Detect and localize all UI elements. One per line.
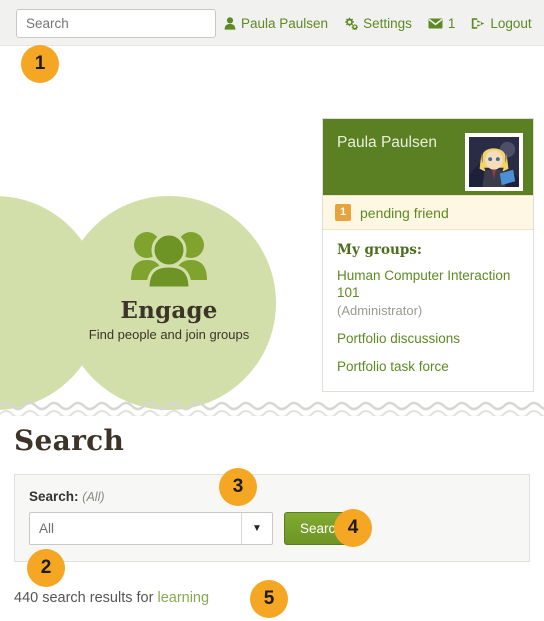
avatar[interactable]: [465, 133, 523, 191]
side-panel-header: Paula Paulsen: [323, 119, 533, 195]
search-results-summary: 440 search results for learning: [14, 590, 209, 606]
callout-badge-2: 2: [27, 549, 65, 587]
envelope-icon: [428, 18, 443, 29]
search-results-count-text: 440 search results for: [14, 590, 154, 606]
callout-badge-3: 3: [219, 468, 257, 506]
engage-subtitle: Find people and join groups: [88, 327, 250, 342]
header-nav-settings-label: Settings: [363, 15, 412, 31]
group-link-hci101[interactable]: Human Computer Interaction 101: [337, 267, 519, 301]
search-field-label-text: Search:: [29, 489, 79, 504]
callout-badge-1: 1: [21, 45, 59, 83]
search-form-row: All ▼ Search: [29, 512, 515, 545]
group-link-portfolio-task-force[interactable]: Portfolio task force: [337, 358, 519, 375]
page-title: Search: [14, 424, 125, 457]
search-field-label-hint: (All): [82, 490, 105, 504]
engage-circle-card[interactable]: Engage Find people and join groups: [62, 196, 276, 410]
avatar-image: [469, 137, 519, 187]
header-nav-settings[interactable]: Settings: [344, 16, 412, 31]
chevron-down-icon[interactable]: ▼: [241, 513, 272, 544]
user-icon: [224, 16, 236, 30]
search-input[interactable]: [16, 9, 216, 38]
header-nav-logout[interactable]: Logout: [471, 15, 532, 31]
user-side-panel: Paula Paulsen 1 pending friend My groups…: [322, 118, 534, 392]
header-nav-logout-label: Logout: [490, 15, 532, 31]
header-nav-inbox-count: 1: [447, 15, 456, 31]
my-groups-section: My groups: Human Computer Interaction 10…: [323, 230, 533, 391]
search-form-panel: Search: (All) All ▼ Search: [14, 474, 530, 562]
wavy-divider: [0, 400, 544, 416]
pending-friend-notice[interactable]: 1 pending friend: [323, 195, 533, 230]
gears-icon: [344, 17, 359, 30]
logout-icon: [471, 17, 485, 30]
page-root: Engage Find people and join groups Paula…: [0, 0, 544, 621]
search-scope-select[interactable]: All ▼: [29, 512, 273, 545]
group-role-hci101: (Administrator): [337, 303, 423, 318]
search-scope-value: All: [39, 521, 55, 536]
my-groups-title: My groups:: [337, 242, 422, 258]
callout-badge-4: 4: [334, 509, 372, 547]
search-field-label: Search: (All): [29, 489, 515, 504]
search-results-term[interactable]: learning: [157, 590, 209, 606]
header-nav: Paula Paulsen Settings 1 Logout: [224, 0, 532, 46]
engage-title: Engage: [120, 297, 218, 324]
pending-friend-label: pending friend: [360, 204, 449, 221]
group-link-portfolio-discussions[interactable]: Portfolio discussions: [337, 330, 519, 347]
header-nav-inbox[interactable]: 1: [428, 15, 456, 31]
callout-badge-5: 5: [250, 580, 288, 618]
pending-friend-count: 1: [335, 204, 351, 221]
header-nav-profile-label: Paula Paulsen: [241, 15, 329, 31]
group-people-icon: [127, 228, 211, 293]
header-nav-profile[interactable]: Paula Paulsen: [224, 16, 328, 31]
